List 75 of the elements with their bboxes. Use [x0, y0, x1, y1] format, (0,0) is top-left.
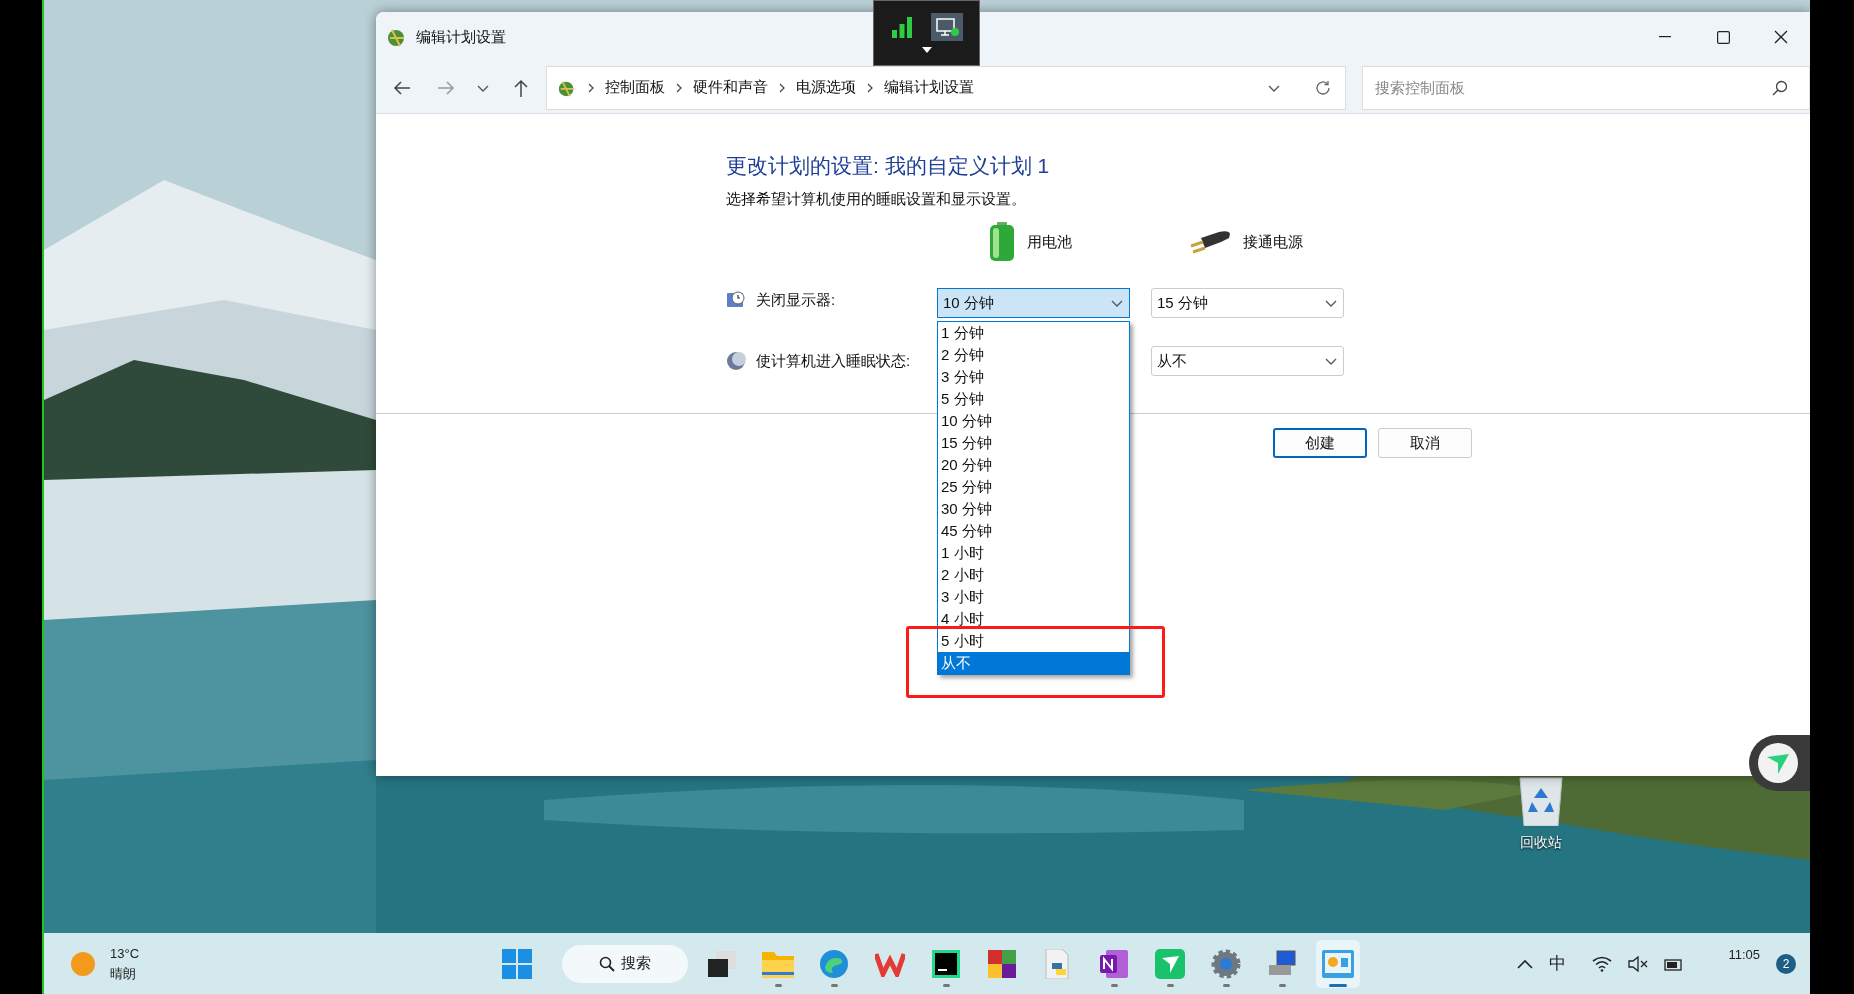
breadcrumb-item[interactable]: 硬件和声音: [693, 76, 768, 99]
dropdown-option[interactable]: 2 小时: [938, 564, 1129, 586]
dropdown-option[interactable]: 2 分钟: [938, 344, 1129, 366]
maximize-icon: [1716, 30, 1730, 44]
desktop-icon-label[interactable]: 回收站: [1520, 832, 1562, 853]
blocks-icon: [988, 949, 1016, 978]
ide-icon: [932, 949, 960, 978]
weather-condition: 晴朗: [110, 964, 137, 983]
battery-icon: [989, 222, 1015, 262]
floating-send-button[interactable]: [1749, 735, 1810, 791]
chevron-right-icon: [778, 82, 786, 93]
column-heading: 用电池: [1027, 231, 1072, 252]
column-heading: 接通电源: [1243, 231, 1303, 252]
task-view-icon: [708, 950, 736, 977]
dropdown-option[interactable]: 从不: [938, 652, 1129, 674]
dropdown-option[interactable]: 1 小时: [938, 542, 1129, 564]
dropdown-option[interactable]: 3 分钟: [938, 366, 1129, 388]
clock-time: 11:05: [1728, 945, 1760, 964]
wifi-icon[interactable]: [1592, 955, 1612, 972]
address-bar[interactable]: 控制面板 硬件和声音 电源选项 编辑计划设置: [546, 65, 1346, 110]
dropdown-option[interactable]: 15 分钟: [938, 432, 1129, 454]
breadcrumb-item[interactable]: 编辑计划设置: [884, 76, 974, 99]
plugged-in-dropdown[interactable]: 15 分钟: [1151, 288, 1344, 318]
monitor-clock-icon: [726, 290, 746, 310]
cancel-button[interactable]: 取消: [1378, 428, 1472, 458]
caret-down-icon[interactable]: [921, 47, 932, 53]
close-icon: [1774, 30, 1788, 44]
dropdown-option[interactable]: 1 分钟: [938, 322, 1129, 344]
breadcrumb-item[interactable]: 电源选项: [796, 76, 856, 99]
dropdown-option[interactable]: 4 小时: [938, 608, 1129, 630]
dropdown-option[interactable]: 30 分钟: [938, 498, 1129, 520]
folder-icon: [762, 949, 794, 978]
search-field[interactable]: 搜索控制面板: [1362, 65, 1810, 110]
notification-badge[interactable]: 2: [1776, 953, 1796, 974]
power-plug-icon: [1189, 228, 1231, 256]
minimize-icon: [1659, 36, 1671, 38]
notebook-icon: [1100, 949, 1128, 978]
create-button[interactable]: 创建: [1273, 428, 1367, 458]
setting-label: 使计算机进入睡眠状态:: [756, 350, 911, 371]
window-title: 编辑计划设置: [416, 26, 506, 47]
chevron-right-icon: [866, 82, 874, 93]
dropdown-option[interactable]: 3 小时: [938, 586, 1129, 608]
muted-speaker-icon[interactable]: [1628, 955, 1648, 972]
dropdown-option[interactable]: 5 小时: [938, 630, 1129, 652]
taskbar-search[interactable]: 搜索: [562, 944, 688, 983]
chevron-right-icon: [587, 82, 595, 93]
page-description: 选择希望计算机使用的睡眠设置和显示设置。: [726, 188, 1027, 209]
search-icon: [599, 955, 615, 972]
recycle-bin-icon[interactable]: [1518, 776, 1564, 826]
browser-icon: [819, 948, 849, 979]
start-icon[interactable]: [502, 948, 532, 979]
chevron-up-icon[interactable]: [1517, 958, 1533, 969]
chevron-right-icon: [675, 82, 683, 93]
search-icon: [1772, 79, 1788, 96]
control-panel-icon: [1322, 949, 1354, 978]
refresh-icon[interactable]: [1315, 79, 1331, 96]
plugged-in-dropdown[interactable]: 从不: [1151, 346, 1344, 376]
page-heading: 更改计划的设置: 我的自定义计划 1: [726, 153, 1051, 179]
breadcrumb-item[interactable]: 控制面板: [605, 76, 665, 99]
dropdown-option[interactable]: 10 分钟: [938, 410, 1129, 432]
w-logo-icon: [875, 950, 905, 977]
setting-label: 关闭显示器:: [756, 289, 836, 310]
battery-dropdown[interactable]: 10 分钟: [937, 288, 1130, 318]
up-arrow-icon[interactable]: [512, 77, 530, 98]
temperature: 13°C: [110, 944, 140, 963]
moon-icon: [726, 351, 746, 371]
dropdown-option[interactable]: 45 分钟: [938, 520, 1129, 542]
dropdown-option[interactable]: 5 分钟: [938, 388, 1129, 410]
python-file-icon: [1044, 948, 1072, 979]
input-method-indicator[interactable]: 中: [1549, 950, 1566, 977]
monitor-icon[interactable]: [930, 13, 963, 41]
settings-icon: [1211, 948, 1241, 979]
dropdown-option[interactable]: 20 分钟: [938, 454, 1129, 476]
signal-bars-icon[interactable]: [890, 16, 913, 38]
dropdown-option[interactable]: 25 分钟: [938, 476, 1129, 498]
